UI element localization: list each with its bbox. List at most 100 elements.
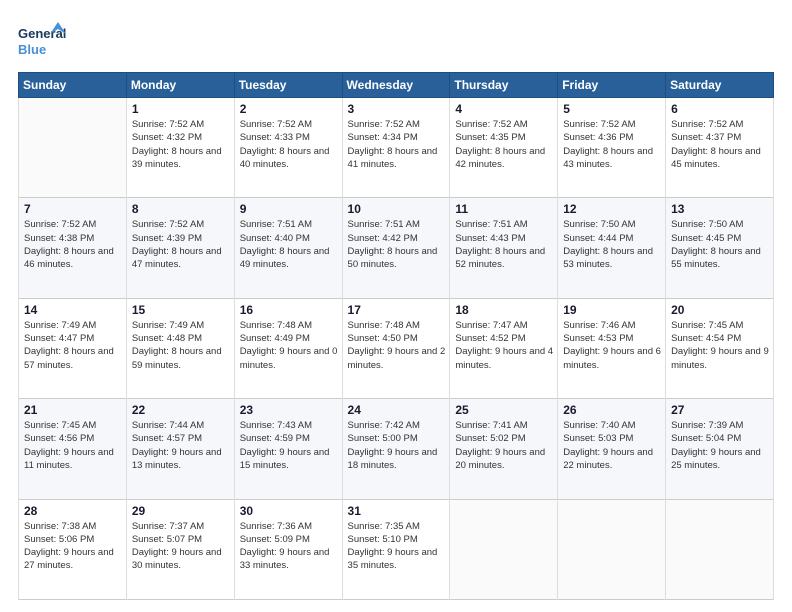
day-info: Sunrise: 7:48 AMSunset: 4:49 PMDaylight:…: [240, 319, 338, 372]
day-info: Sunrise: 7:50 AMSunset: 4:44 PMDaylight:…: [563, 218, 661, 271]
calendar-cell: 29 Sunrise: 7:37 AMSunset: 5:07 PMDayligh…: [126, 499, 234, 599]
day-number: 2: [240, 102, 338, 116]
calendar-cell: 22Sunrise: 7:44 AMSunset: 4:57 PMDayligh…: [126, 399, 234, 499]
day-number: 23: [240, 403, 338, 417]
weekday-header-tuesday: Tuesday: [234, 73, 342, 98]
calendar-cell: 6Sunrise: 7:52 AMSunset: 4:37 PMDaylight…: [666, 98, 774, 198]
weekday-header-sunday: Sunday: [19, 73, 127, 98]
day-info: Sunrise: 7:44 AMSunset: 4:57 PMDaylight:…: [132, 419, 230, 472]
day-number: 27: [671, 403, 769, 417]
calendar-cell: 11 Sunrise: 7:51 AMSunset: 4:43 PMDayligh…: [450, 198, 558, 298]
day-info: Sunrise: 7:46 AMSunset: 4:53 PMDaylight:…: [563, 319, 661, 372]
day-number: 19: [563, 303, 661, 317]
calendar-cell: 8Sunrise: 7:52 AMSunset: 4:39 PMDaylight…: [126, 198, 234, 298]
calendar-cell: 13Sunrise: 7:50 AMSunset: 4:45 PMDayligh…: [666, 198, 774, 298]
calendar-cell: [450, 499, 558, 599]
day-info: Sunrise: 7:41 AMSunset: 5:02 PMDaylight:…: [455, 419, 553, 472]
day-info: Sunrise: 7:51 AMSunset: 4:42 PMDaylight:…: [348, 218, 446, 271]
day-number: 30: [240, 504, 338, 518]
day-info: Sunrise: 7:52 AMSunset: 4:35 PMDaylight:…: [455, 118, 553, 171]
day-number: 31: [348, 504, 446, 518]
day-info: Sunrise: 7:52 AMSunset: 4:39 PMDaylight:…: [132, 218, 230, 271]
week-row-2: 14 Sunrise: 7:49 AMSunset: 4:47 PMDayligh…: [19, 298, 774, 398]
day-info: Sunrise: 7:51 AMSunset: 4:40 PMDaylight:…: [240, 218, 338, 271]
day-number: 25: [455, 403, 553, 417]
day-number: 26: [563, 403, 661, 417]
calendar-cell: [558, 499, 666, 599]
day-number: 9: [240, 202, 338, 216]
day-number: 1: [132, 102, 230, 116]
calendar-cell: 18 Sunrise: 7:47 AMSunset: 4:52 PMDayligh…: [450, 298, 558, 398]
weekday-header-wednesday: Wednesday: [342, 73, 450, 98]
calendar-cell: 12 Sunrise: 7:50 AMSunset: 4:44 PMDayligh…: [558, 198, 666, 298]
calendar-cell: 23 Sunrise: 7:43 AMSunset: 4:59 PMDayligh…: [234, 399, 342, 499]
day-number: 20: [671, 303, 769, 317]
weekday-header-friday: Friday: [558, 73, 666, 98]
week-row-1: 7Sunrise: 7:52 AMSunset: 4:38 PMDaylight…: [19, 198, 774, 298]
day-info: Sunrise: 7:45 AMSunset: 4:56 PMDaylight:…: [24, 419, 122, 472]
day-number: 18: [455, 303, 553, 317]
day-info: Sunrise: 7:35 AMSunset: 5:10 PMDaylight:…: [348, 520, 446, 573]
day-info: Sunrise: 7:52 AMSunset: 4:32 PMDaylight:…: [132, 118, 230, 171]
calendar-cell: 30 Sunrise: 7:36 AMSunset: 5:09 PMDayligh…: [234, 499, 342, 599]
day-info: Sunrise: 7:51 AMSunset: 4:43 PMDaylight:…: [455, 218, 553, 271]
day-number: 15: [132, 303, 230, 317]
day-number: 12: [563, 202, 661, 216]
weekday-header-monday: Monday: [126, 73, 234, 98]
day-info: Sunrise: 7:47 AMSunset: 4:52 PMDaylight:…: [455, 319, 553, 372]
day-number: 3: [348, 102, 446, 116]
calendar-cell: 27 Sunrise: 7:39 AMSunset: 5:04 PMDayligh…: [666, 399, 774, 499]
weekday-header-row: SundayMondayTuesdayWednesdayThursdayFrid…: [19, 73, 774, 98]
day-number: 11: [455, 202, 553, 216]
calendar-table: SundayMondayTuesdayWednesdayThursdayFrid…: [18, 72, 774, 600]
day-info: Sunrise: 7:49 AMSunset: 4:48 PMDaylight:…: [132, 319, 230, 372]
calendar-cell: 31 Sunrise: 7:35 AMSunset: 5:10 PMDayligh…: [342, 499, 450, 599]
weekday-header-thursday: Thursday: [450, 73, 558, 98]
day-info: Sunrise: 7:40 AMSunset: 5:03 PMDaylight:…: [563, 419, 661, 472]
calendar-cell: 24Sunrise: 7:42 AMSunset: 5:00 PMDayligh…: [342, 399, 450, 499]
logo: General Blue: [18, 18, 68, 62]
calendar-cell: 3Sunrise: 7:52 AMSunset: 4:34 PMDaylight…: [342, 98, 450, 198]
calendar-cell: 19 Sunrise: 7:46 AMSunset: 4:53 PMDayligh…: [558, 298, 666, 398]
header: General Blue: [18, 18, 774, 62]
day-info: Sunrise: 7:43 AMSunset: 4:59 PMDaylight:…: [240, 419, 338, 472]
calendar-cell: 10 Sunrise: 7:51 AMSunset: 4:42 PMDayligh…: [342, 198, 450, 298]
day-number: 14: [24, 303, 122, 317]
day-info: Sunrise: 7:48 AMSunset: 4:50 PMDaylight:…: [348, 319, 446, 372]
day-info: Sunrise: 7:50 AMSunset: 4:45 PMDaylight:…: [671, 218, 769, 271]
calendar-cell: 5 Sunrise: 7:52 AMSunset: 4:36 PMDaylight…: [558, 98, 666, 198]
day-info: Sunrise: 7:36 AMSunset: 5:09 PMDaylight:…: [240, 520, 338, 573]
day-number: 17: [348, 303, 446, 317]
day-info: Sunrise: 7:49 AMSunset: 4:47 PMDaylight:…: [24, 319, 122, 372]
calendar-cell: 28Sunrise: 7:38 AMSunset: 5:06 PMDayligh…: [19, 499, 127, 599]
page: General Blue SundayMondayTuesdayWednesda…: [0, 0, 792, 612]
week-row-4: 28Sunrise: 7:38 AMSunset: 5:06 PMDayligh…: [19, 499, 774, 599]
day-number: 16: [240, 303, 338, 317]
calendar-cell: 16 Sunrise: 7:48 AMSunset: 4:49 PMDayligh…: [234, 298, 342, 398]
calendar-cell: 1 Sunrise: 7:52 AMSunset: 4:32 PMDaylight…: [126, 98, 234, 198]
day-number: 29: [132, 504, 230, 518]
calendar-cell: 4 Sunrise: 7:52 AMSunset: 4:35 PMDaylight…: [450, 98, 558, 198]
day-number: 10: [348, 202, 446, 216]
day-info: Sunrise: 7:37 AMSunset: 5:07 PMDaylight:…: [132, 520, 230, 573]
calendar-cell: 21Sunrise: 7:45 AMSunset: 4:56 PMDayligh…: [19, 399, 127, 499]
day-number: 28: [24, 504, 122, 518]
day-number: 4: [455, 102, 553, 116]
calendar-cell: [19, 98, 127, 198]
calendar-cell: 17 Sunrise: 7:48 AMSunset: 4:50 PMDayligh…: [342, 298, 450, 398]
day-number: 7: [24, 202, 122, 216]
day-info: Sunrise: 7:45 AMSunset: 4:54 PMDaylight:…: [671, 319, 769, 372]
week-row-0: 1 Sunrise: 7:52 AMSunset: 4:32 PMDaylight…: [19, 98, 774, 198]
calendar-cell: 20 Sunrise: 7:45 AMSunset: 4:54 PMDayligh…: [666, 298, 774, 398]
day-info: Sunrise: 7:52 AMSunset: 4:36 PMDaylight:…: [563, 118, 661, 171]
calendar-cell: 15 Sunrise: 7:49 AMSunset: 4:48 PMDayligh…: [126, 298, 234, 398]
day-number: 6: [671, 102, 769, 116]
day-number: 5: [563, 102, 661, 116]
svg-text:Blue: Blue: [18, 42, 46, 57]
weekday-header-saturday: Saturday: [666, 73, 774, 98]
week-row-3: 21Sunrise: 7:45 AMSunset: 4:56 PMDayligh…: [19, 399, 774, 499]
day-info: Sunrise: 7:52 AMSunset: 4:33 PMDaylight:…: [240, 118, 338, 171]
day-info: Sunrise: 7:39 AMSunset: 5:04 PMDaylight:…: [671, 419, 769, 472]
day-info: Sunrise: 7:42 AMSunset: 5:00 PMDaylight:…: [348, 419, 446, 472]
calendar-cell: 14 Sunrise: 7:49 AMSunset: 4:47 PMDayligh…: [19, 298, 127, 398]
